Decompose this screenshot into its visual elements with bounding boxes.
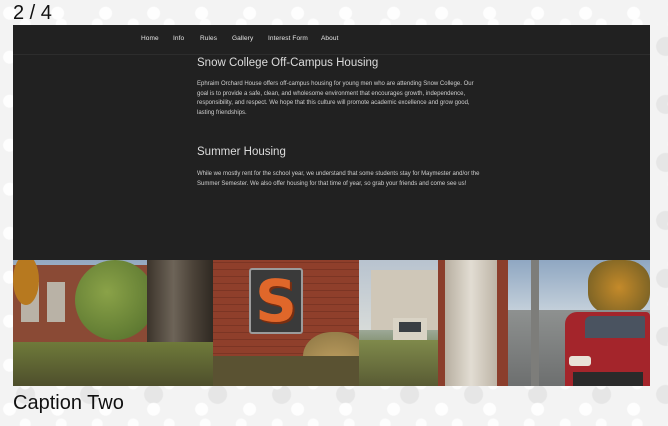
nav-interest-form[interactable]: Interest Form — [268, 35, 308, 42]
nav-rules[interactable]: Rules — [200, 35, 217, 42]
tree-left — [75, 260, 155, 340]
section-body-housing: Ephraim Orchard House offers off-campus … — [197, 81, 474, 116]
nav-info[interactable]: Info — [173, 35, 184, 42]
slide-counter: 2 / 4 — [13, 2, 52, 24]
nav-about[interactable]: About — [321, 35, 339, 42]
section-body-summer: While we mostly rent for the school year… — [197, 171, 480, 187]
light-pole — [531, 260, 539, 386]
campus-photo: S — [13, 260, 650, 386]
section-heading-summer: Summer Housing — [197, 146, 286, 158]
slide-caption: Caption Two — [13, 392, 124, 414]
nav-gallery[interactable]: Gallery — [232, 35, 253, 42]
snow-s-sign: S — [249, 268, 303, 334]
tree-right — [588, 260, 650, 315]
slide-image[interactable]: Home Info Rules Gallery Interest Form Ab… — [13, 25, 650, 386]
site-nav: Home Info Rules Gallery Interest Form Ab… — [13, 25, 650, 55]
nav-home[interactable]: Home — [141, 35, 159, 42]
section-heading-housing: Snow College Off-Campus Housing — [197, 57, 379, 69]
